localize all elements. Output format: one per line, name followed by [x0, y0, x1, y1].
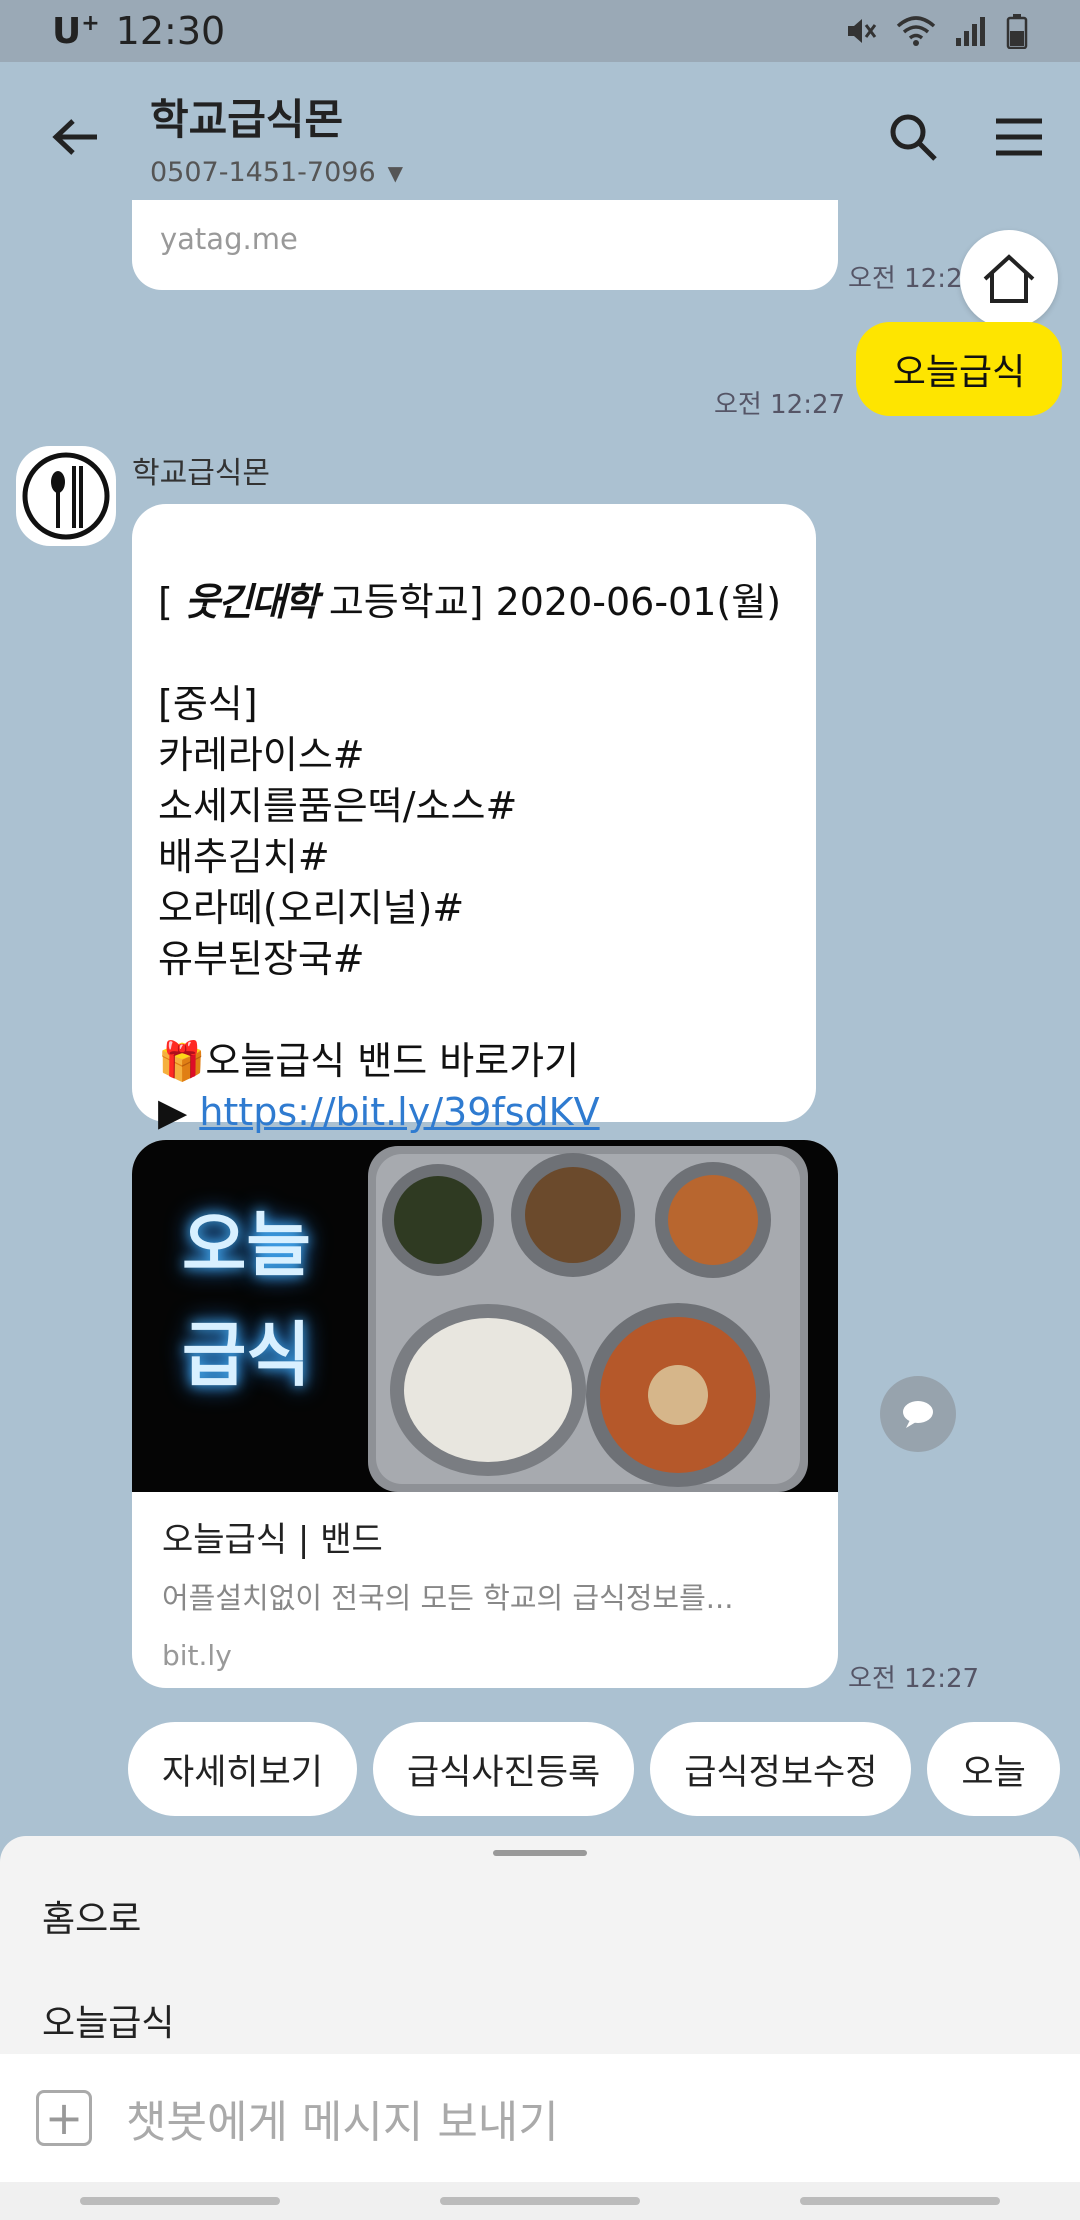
sender-name: 학교급식몬 [132, 456, 270, 491]
sheet-item-home[interactable]: 홈으로 [0, 1856, 1080, 1976]
hamburger-icon [996, 118, 1042, 156]
battery-icon [1006, 14, 1028, 49]
card-title: 오늘급식 | 밴드 [162, 1520, 383, 1560]
message-input[interactable]: 챗봇에게 메시지 보내기 [126, 2086, 559, 2150]
band-link[interactable]: https://bit.ly/39fsdKV [199, 1090, 599, 1134]
quick-reply-chip[interactable]: 급식정보수정 [650, 1722, 912, 1816]
sheet-item-today-meal[interactable]: 오늘급식 [0, 1976, 1080, 2046]
menu-header-rest: 고등학교] 2020-06-01(월) [316, 580, 782, 624]
menu-header: [ 웃긴대학 고등학교] 2020-06-01(월) [158, 580, 782, 624]
chat-title-block[interactable]: 학교급식몬 0507-1451-7096 ▼ [150, 86, 860, 188]
plus-icon[interactable]: + [36, 2090, 92, 2146]
nav-recent-button[interactable] [80, 2197, 280, 2205]
bot-avatar[interactable] [16, 446, 116, 546]
chevron-down-icon: ▼ [387, 160, 404, 185]
band-line: 🎁오늘급식 밴드 바로가기 [158, 1039, 580, 1083]
arrow-icon: ▶ [158, 1090, 200, 1134]
card-info: 오늘급식 | 밴드 어플설치없이 전국의 모든 학교의 급식정보를... bit… [132, 1492, 838, 1688]
menu-button[interactable] [966, 84, 1072, 190]
neon-text: 오늘 급식 [182, 1204, 311, 1396]
system-nav-bar [0, 2182, 1080, 2220]
card-domain: bit.ly [162, 1639, 232, 1672]
bot-menu-sheet: 홈으로 오늘급식 [0, 1836, 1080, 2056]
message-timestamp: 오전 12:2 [848, 264, 963, 294]
chat-header: 학교급식몬 0507-1451-7096 ▼ [0, 62, 1080, 212]
mute-icon [848, 19, 877, 43]
school-name-scribble: 웃긴대학 [184, 580, 319, 624]
wifi-icon [896, 16, 936, 46]
status-time: 12:30 [115, 9, 226, 53]
link-preview-bubble[interactable]: yatag.me [132, 200, 838, 290]
phone-dropdown[interactable]: 0507-1451-7096 ▼ [150, 157, 860, 188]
search-button[interactable] [860, 84, 966, 190]
back-button[interactable] [0, 62, 150, 212]
menu-body: [중식] 카레라이스# 소세지를품은떡/소스# 배추김치# 오라떼(오리지널)#… [158, 682, 518, 981]
link-preview-domain: yatag.me [160, 222, 298, 256]
menu-message-bubble[interactable]: [ 웃긴대학 고등학교] 2020-06-01(월) [중식] 카레라이스# 소… [132, 504, 816, 1134]
chat-title: 학교급식몬 [150, 95, 344, 144]
link-card[interactable]: 오늘 급식 오늘급식 | 밴드 어플설치없이 전국의 모든 학교의 급식정보를..… [132, 1140, 838, 1688]
meal-tray-image [368, 1146, 808, 1492]
status-icons [844, 13, 1028, 49]
my-message-bubble[interactable]: 오늘급식 [856, 322, 1062, 416]
home-button[interactable] [960, 230, 1058, 328]
nav-home-button[interactable] [440, 2197, 640, 2205]
status-bar: U+ 12:30 [0, 0, 1080, 62]
nav-back-button[interactable] [800, 2197, 1000, 2205]
back-arrow-icon [52, 119, 97, 155]
meal-photo: 오늘 급식 [132, 1140, 838, 1492]
quick-reply-chip[interactable]: 자세히보기 [128, 1722, 358, 1816]
home-icon [983, 254, 1035, 303]
phone-number: 0507-1451-7096 [150, 157, 376, 188]
message-timestamp: 오전 12:27 [848, 1664, 980, 1694]
message-timestamp: 오전 12:27 [714, 390, 846, 420]
card-description: 어플설치없이 전국의 모든 학교의 급식정보를... [162, 1581, 734, 1615]
share-button[interactable] [880, 1376, 956, 1452]
quick-reply-chip[interactable]: 오늘 [927, 1722, 1060, 1816]
speech-bubble-icon [903, 1401, 933, 1428]
quick-reply-chip[interactable]: 급식사진등록 [373, 1722, 635, 1816]
carrier-label: U+ [52, 10, 100, 52]
my-message-text: 오늘급식 [892, 352, 1026, 393]
signal-icon [956, 17, 985, 46]
spoon-chopsticks-icon [22, 452, 110, 540]
quick-reply-row: 자세히보기 급식사진등록 급식정보수정 오늘 [128, 1722, 1060, 1816]
message-input-bar: + 챗봇에게 메시지 보내기 [0, 2054, 1080, 2182]
search-icon [890, 114, 937, 161]
